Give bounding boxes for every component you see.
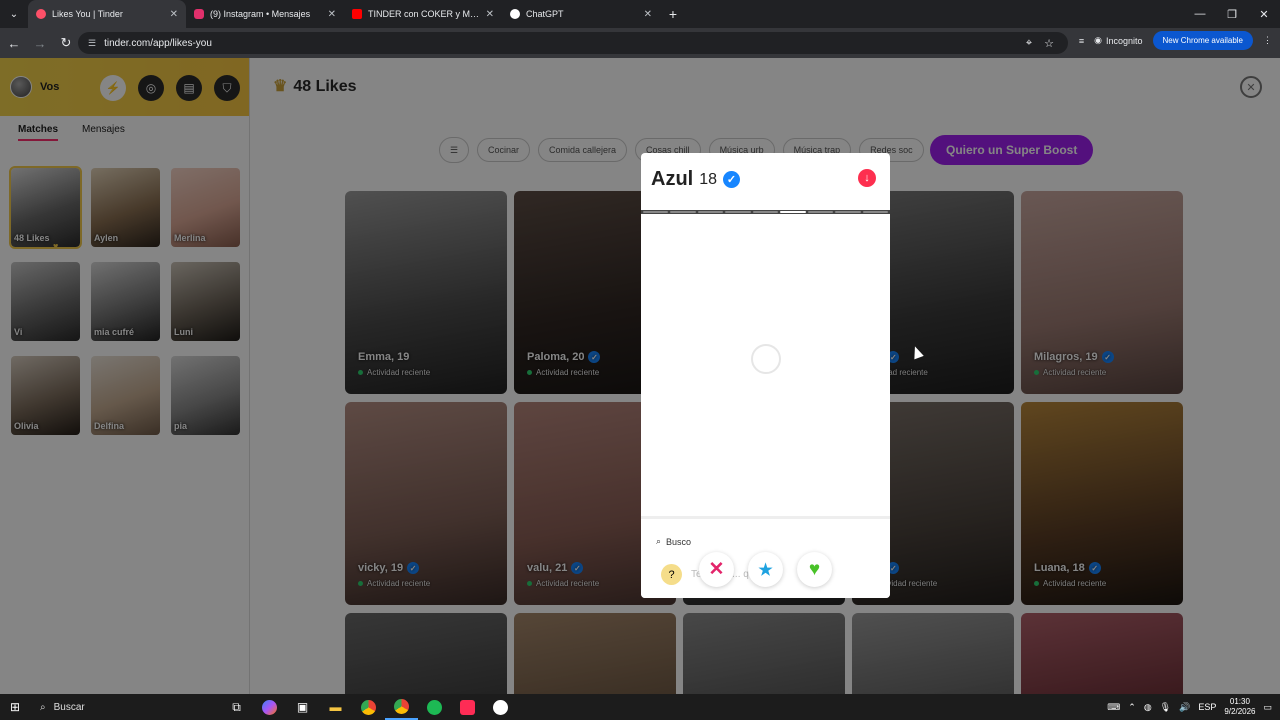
thinking-emoji-icon: ? — [661, 564, 682, 585]
chevron-up-icon[interactable]: ⌃ — [1128, 702, 1136, 713]
system-tray: ⌨ ⌃ ◍ 🎙 🔊 ESP 01:30 9/2/2026 ▭ — [1107, 694, 1272, 720]
clock-time: 01:30 — [1229, 697, 1250, 706]
tab-title: (9) Instagram • Mensajes — [210, 9, 311, 19]
taskbar-search[interactable]: ⌕ Buscar — [30, 694, 220, 720]
chatgpt-favicon-icon — [510, 9, 520, 19]
collapse-arrow-down-icon[interactable]: ↓ — [858, 169, 876, 187]
busco-label: Busco — [666, 536, 692, 547]
media-controls-icon[interactable]: ≡ — [1079, 36, 1084, 46]
volume-icon[interactable]: 🔊 — [1179, 702, 1190, 713]
youtube-favicon-icon — [352, 9, 362, 19]
location-icon[interactable]: ⌖ — [1026, 37, 1032, 50]
tab-close-icon[interactable]: ✕ — [486, 9, 494, 20]
photo-indicator[interactable] — [643, 211, 669, 213]
profile-preview-modal: Azul 18 ✓ ↓ ⌕ Busco ? Te... a no... que.… — [641, 153, 890, 598]
browser-toolbar: ← → ↻ ☰ tinder.com/app/likes-you ⌖ ☆ ≡ ◉… — [0, 28, 1280, 58]
bookmark-star-icon[interactable]: ☆ — [1044, 37, 1054, 50]
tab-strip: ⌄ Likes You | Tinder ✕ (9) Instagram • M… — [0, 0, 1280, 28]
profile-name: Azul — [651, 168, 694, 190]
photo-indicator[interactable] — [807, 211, 834, 213]
minimize-icon[interactable]: — — [1184, 0, 1216, 28]
photo-indicator[interactable] — [697, 211, 724, 213]
photo-indicator[interactable] — [835, 211, 861, 213]
photo-indicator[interactable] — [752, 211, 779, 213]
copilot-icon[interactable] — [253, 694, 286, 720]
chatgpt-icon[interactable] — [484, 694, 517, 720]
network-icon[interactable]: ◍ — [1144, 702, 1152, 713]
tinder-favicon-icon — [36, 9, 46, 19]
busco-row: ⌕ Busco — [656, 536, 691, 547]
modal-backdrop[interactable] — [0, 58, 1280, 694]
tinder-page: Vos ⚡ ◎ ▤ ⛉ Matches Mensajes 48 Likes ♥ Ay… — [0, 58, 1280, 694]
url-text: tinder.com/app/likes-you — [104, 37, 212, 49]
new-chrome-available-button[interactable]: New Chrome available — [1152, 31, 1253, 50]
super-like-star-button[interactable]: ★ — [748, 552, 783, 587]
tiktok-icon[interactable] — [451, 694, 484, 720]
incognito-indicator[interactable]: ◉ Incognito — [1094, 35, 1142, 46]
spotify-icon[interactable] — [418, 694, 451, 720]
clock[interactable]: 01:30 9/2/2026 — [1224, 697, 1255, 717]
window-controls: — ❐ ✕ — [1184, 0, 1280, 28]
photo-indicator[interactable] — [725, 211, 751, 213]
tab-tinder[interactable]: Likes You | Tinder ✕ — [28, 0, 186, 28]
tab-title: ChatGPT — [526, 9, 564, 19]
verified-badge-icon: ✓ — [723, 171, 741, 188]
like-heart-button[interactable]: ♥ — [797, 552, 832, 587]
file-explorer-icon[interactable]: ▬ — [319, 694, 352, 720]
photo-indicator[interactable] — [780, 211, 806, 213]
loading-spinner-icon — [751, 344, 781, 374]
windows-start-icon[interactable]: ⊞ — [0, 694, 30, 720]
notifications-icon[interactable]: ▭ — [1263, 702, 1272, 713]
forward-icon[interactable]: → — [28, 31, 52, 55]
chrome-icon[interactable] — [352, 694, 385, 720]
photo-indicator[interactable] — [670, 211, 696, 213]
instagram-favicon-icon — [194, 9, 204, 19]
tab-chatgpt[interactable]: ChatGPT ✕ — [502, 0, 660, 28]
windows-taskbar: ⊞ ⌕ Buscar ⧉ ▣ ▬ ⌨ ⌃ ◍ 🎙 🔊 ESP 01:30 9/2… — [0, 694, 1280, 720]
tab-close-icon[interactable]: ✕ — [170, 9, 178, 20]
search-icon: ⌕ — [656, 536, 662, 546]
language-indicator[interactable]: ESP — [1198, 702, 1216, 712]
task-view-icon[interactable]: ⧉ — [220, 694, 253, 720]
restore-icon[interactable]: ❐ — [1216, 0, 1248, 28]
search-icon: ⌕ — [40, 701, 46, 713]
swipe-actions: ✕ ★ ♥ — [699, 552, 832, 587]
clock-date: 9/2/2026 — [1224, 707, 1256, 716]
tab-youtube[interactable]: TINDER con COKER y MOSKI - Y ✕ — [344, 0, 502, 28]
profile-age: 18 — [699, 170, 718, 188]
tab-instagram[interactable]: (9) Instagram • Mensajes ✕ — [186, 0, 344, 28]
tab-title: TINDER con COKER y MOSKI - Y — [368, 9, 480, 19]
photo-indicator[interactable] — [862, 211, 888, 213]
tab-close-icon[interactable]: ✕ — [328, 9, 336, 20]
address-bar[interactable]: ☰ tinder.com/app/likes-you ⌖ ☆ — [78, 32, 1068, 54]
window-close-icon[interactable]: ✕ — [1248, 0, 1280, 28]
profile-bottom-panel: ⌕ Busco ? Te... a no... que... o ✕ ★ ♥ — [641, 516, 890, 598]
keyboard-icon[interactable]: ⌨ — [1107, 702, 1120, 713]
photo-progress-bars — [641, 210, 890, 214]
site-info-icon[interactable]: ☰ — [88, 38, 96, 49]
new-tab-button[interactable]: + — [660, 0, 686, 28]
tab-search-menu-icon[interactable]: ⌄ — [0, 0, 28, 28]
store-icon[interactable]: ▣ — [286, 694, 319, 720]
reload-icon[interactable]: ↻ — [54, 31, 78, 55]
chrome-incognito-icon[interactable] — [385, 694, 418, 720]
kebab-menu-icon[interactable]: ⋮ — [1263, 35, 1272, 46]
tab-close-icon[interactable]: ✕ — [644, 9, 652, 20]
incognito-icon: ◉ — [1094, 35, 1102, 45]
tab-title: Likes You | Tinder — [52, 9, 123, 19]
nope-x-button[interactable]: ✕ — [699, 552, 734, 587]
microphone-icon[interactable]: 🎙 — [1160, 702, 1171, 713]
profile-heading: Azul 18 ✓ — [651, 168, 741, 191]
back-icon[interactable]: ← — [2, 31, 26, 55]
search-placeholder: Buscar — [53, 701, 85, 713]
incognito-label: Incognito — [1105, 35, 1143, 46]
